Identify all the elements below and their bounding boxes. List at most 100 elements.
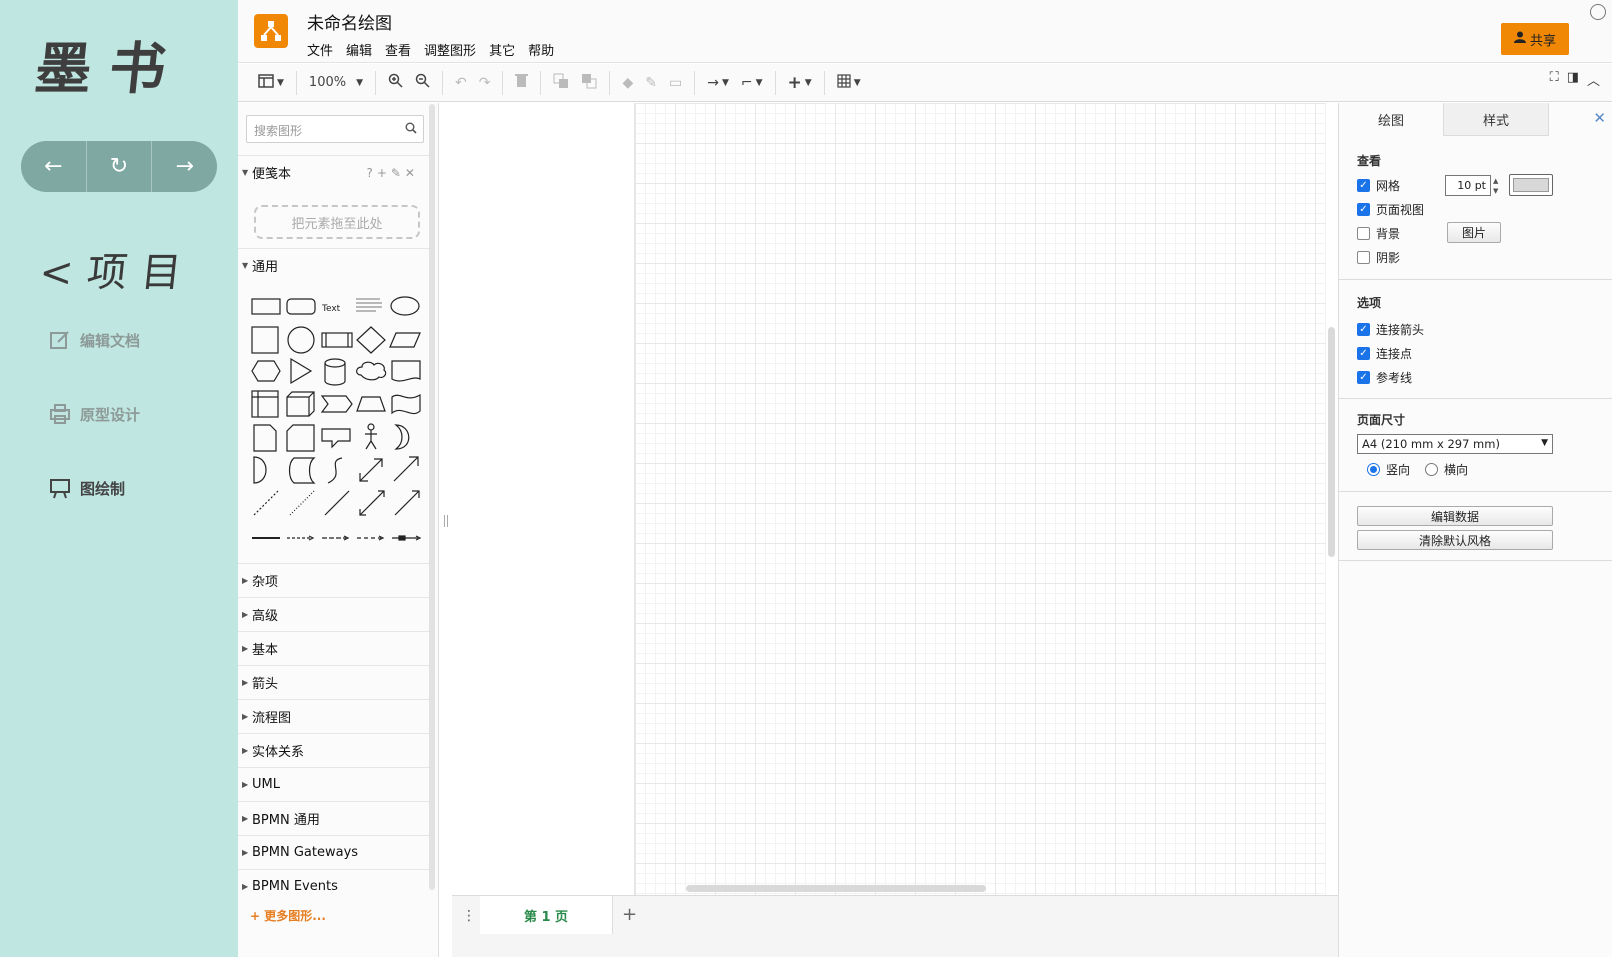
tab-page-1[interactable]: 第 1 页	[480, 896, 613, 934]
shape-hexagon	[251, 360, 281, 382]
section-advanced[interactable]: ▶ 高级	[238, 597, 431, 631]
section-bpmn-general[interactable]: ▶ BPMN 通用	[238, 801, 431, 835]
undo-button[interactable]: ↶	[449, 69, 473, 97]
insert-button[interactable]: + ▼	[782, 69, 818, 97]
redo-button[interactable]: ↷	[473, 69, 497, 97]
zoom-in-button[interactable]	[382, 69, 409, 97]
page-grid[interactable]	[634, 103, 1326, 906]
shape-card	[286, 424, 315, 452]
add-page-button[interactable]: +	[622, 904, 637, 925]
forward-button[interactable]: →	[152, 141, 217, 192]
shadow-button[interactable]: ▭	[663, 69, 688, 97]
share-button[interactable]: 共享	[1501, 23, 1569, 55]
menu-edit[interactable]: 编辑	[346, 40, 372, 59]
color-fill	[1513, 178, 1549, 192]
printer-icon	[48, 402, 72, 426]
back-button[interactable]: ←	[21, 141, 87, 192]
format-panel-toggle-icon[interactable]: ◨	[1567, 70, 1579, 89]
sidebar-item-label: 图绘制	[80, 479, 126, 498]
chevron-down-icon: ▼	[277, 77, 284, 88]
arrow-right-icon: →	[707, 74, 719, 91]
grid-size-stepper[interactable]: ▲ ▼	[1493, 176, 1498, 196]
guides-checkbox[interactable]: ✓ 参考线	[1357, 369, 1412, 386]
general-shapes-palette[interactable]: Text	[246, 293, 426, 555]
fill-color-button[interactable]: ◆	[616, 69, 639, 97]
shape-cube	[286, 391, 315, 417]
tab-style[interactable]: 样式	[1444, 103, 1549, 136]
connection-style-button[interactable]: → ▼	[701, 69, 735, 97]
to-back-button[interactable]	[575, 69, 603, 97]
edit-data-button[interactable]: 编辑数据	[1357, 506, 1553, 526]
to-front-button[interactable]	[547, 69, 575, 97]
section-basic[interactable]: ▶ 基本	[238, 631, 431, 665]
section-label: BPMN Events	[252, 879, 338, 894]
table-button[interactable]: ▼	[831, 69, 867, 97]
more-shapes-link[interactable]: + 更多图形...	[250, 907, 326, 924]
to-front-icon	[553, 73, 569, 93]
waypoints-button[interactable]: ⌐ ▼	[735, 69, 769, 97]
section-uml[interactable]: ▶ UML	[238, 767, 431, 801]
sidebar-item-edit-doc[interactable]: 编辑文档	[48, 328, 140, 352]
section-general[interactable]: ▼ 通用	[238, 248, 431, 282]
page-menu-icon[interactable]: ⋮	[462, 908, 476, 924]
view-panels-button[interactable]: ▼	[252, 69, 290, 97]
shape-callout	[321, 428, 351, 449]
shape-cylinder	[324, 358, 346, 386]
section-entity-relation[interactable]: ▶ 实体关系	[238, 733, 431, 767]
landscape-radio[interactable]: 横向	[1425, 461, 1468, 478]
language-globe-icon[interactable]	[1590, 4, 1606, 20]
clear-default-style-button[interactable]: 清除默认风格	[1357, 530, 1553, 550]
page-view-checkbox[interactable]: ✓ 页面视图	[1357, 201, 1424, 218]
shape-trapezoid	[356, 396, 386, 412]
tab-diagram[interactable]: 绘图	[1339, 103, 1444, 136]
shadow-checkbox[interactable]: 阴影	[1357, 249, 1400, 266]
grid-size-input[interactable]: 10 pt	[1445, 175, 1491, 196]
scratchpad-tools[interactable]: ?+✎✕	[366, 166, 419, 180]
search-shapes-input[interactable]: 搜索图形	[246, 115, 424, 143]
connection-points-checkbox[interactable]: ✓ 连接点	[1357, 345, 1412, 362]
connection-arrows-checkbox[interactable]: ✓ 连接箭头	[1357, 321, 1424, 338]
section-bpmn-events[interactable]: ▶ BPMN Events	[238, 869, 431, 903]
page-size-select[interactable]: A4 (210 mm x 297 mm) ▼	[1357, 434, 1553, 454]
checkbox-empty	[1357, 227, 1370, 240]
user-icon	[1513, 31, 1526, 47]
shape-dotted-line	[289, 490, 315, 516]
caret-down-icon: ▼	[242, 168, 249, 177]
section-bpmn-gateways[interactable]: ▶ BPMN Gateways	[238, 835, 431, 869]
menu-arrange[interactable]: 调整图形	[424, 40, 476, 59]
collapse-icon[interactable]: ︿	[1587, 70, 1600, 89]
background-image-button[interactable]: 图片	[1447, 222, 1501, 243]
background-checkbox[interactable]: 背景	[1357, 225, 1400, 242]
sidebar-splitter-handle[interactable]	[444, 515, 448, 527]
portrait-radio[interactable]: 竖向	[1367, 461, 1410, 478]
menu-view[interactable]: 查看	[385, 40, 411, 59]
scratchpad-drop-zone[interactable]: 把元素拖至此处	[254, 205, 420, 239]
refresh-button[interactable]: ↻	[87, 141, 153, 192]
canvas-horizontal-scrollbar[interactable]	[686, 885, 986, 892]
menu-help[interactable]: 帮助	[528, 40, 554, 59]
sidebar-item-diagram[interactable]: 图绘制	[48, 476, 125, 500]
sidebar-item-prototype[interactable]: 原型设计	[48, 402, 140, 426]
document-title[interactable]: 未命名绘图	[307, 9, 392, 34]
page-tab-label: 第 1 页	[523, 909, 569, 925]
canvas-vertical-scrollbar[interactable]	[1328, 327, 1335, 557]
section-scratchpad[interactable]: ▼ 便笺本 ?+✎✕	[238, 155, 431, 189]
section-flowchart[interactable]: ▶ 流程图	[238, 699, 431, 733]
close-icon[interactable]: ✕	[1593, 109, 1606, 127]
grid-color-swatch[interactable]	[1509, 174, 1553, 196]
shapes-scrollbar[interactable]	[429, 104, 435, 890]
delete-button[interactable]	[509, 69, 534, 97]
zoom-out-button[interactable]	[409, 69, 436, 97]
grid-checkbox[interactable]: ✓ 网格	[1357, 177, 1400, 194]
section-arrows[interactable]: ▶ 箭头	[238, 665, 431, 699]
project-title[interactable]: <项目	[37, 240, 199, 298]
menu-extras[interactable]: 其它	[489, 40, 515, 59]
zoom-select[interactable]: 100% ▼	[303, 69, 369, 97]
fullscreen-icon[interactable]: ⛶	[1550, 70, 1559, 89]
checkmark-icon: ✓	[1357, 203, 1370, 216]
search-icon[interactable]	[405, 122, 417, 137]
diagram-canvas[interactable]	[452, 103, 1342, 906]
line-color-button[interactable]: ✎	[639, 69, 663, 97]
menu-file[interactable]: 文件	[307, 40, 333, 59]
section-misc[interactable]: ▶ 杂项	[238, 563, 431, 597]
